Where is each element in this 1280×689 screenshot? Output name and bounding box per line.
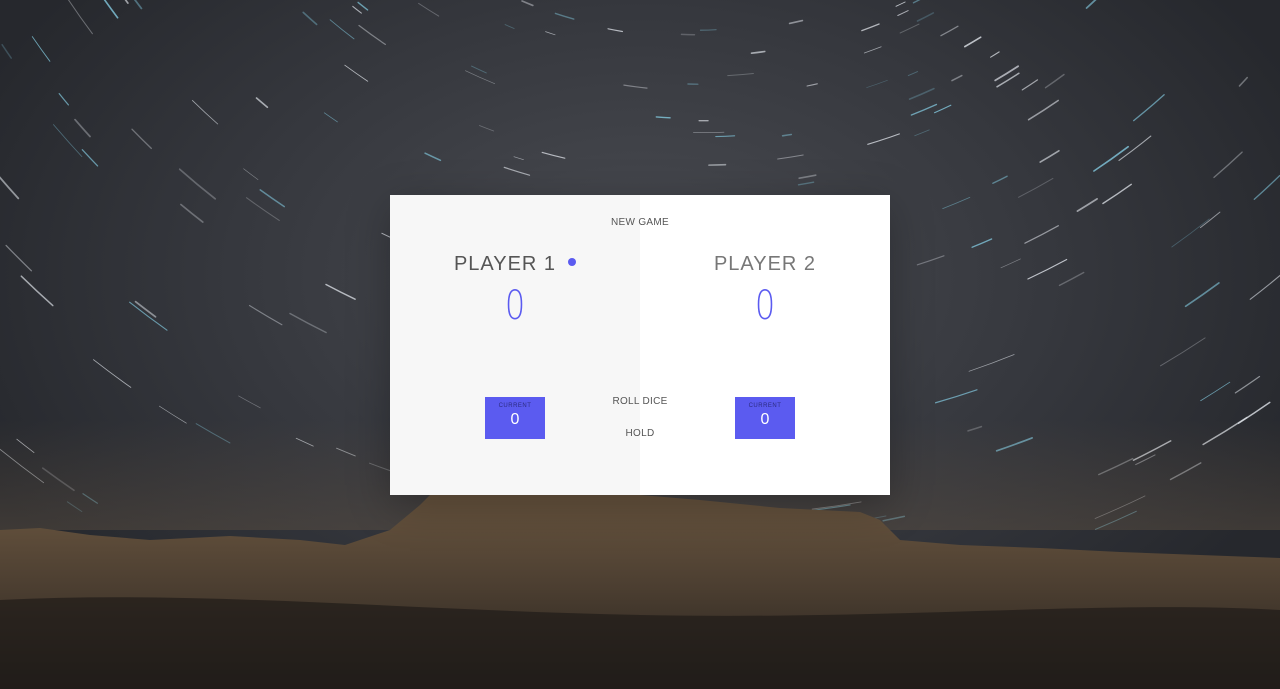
player-1-name: PLAYER 1 <box>390 253 640 276</box>
active-dot-icon <box>568 257 577 266</box>
player-2-name: PLAYER 2 <box>713 253 817 275</box>
hold-button[interactable]: HOLD <box>590 428 690 439</box>
player-1-current-box: CURRENT 0 <box>485 397 545 439</box>
roll-dice-button[interactable]: ROLL DICE <box>590 396 690 407</box>
player-1-panel: PLAYER 1 0 CURRENT 0 <box>390 195 640 495</box>
player-1-current-label: CURRENT <box>498 403 532 409</box>
player-2-current-label: CURRENT <box>748 403 782 409</box>
player-2-current-score: 0 <box>760 411 770 428</box>
player-2-current-box: CURRENT 0 <box>735 397 795 439</box>
game-board: PLAYER 1 0 CURRENT 0 PLAYER 2 0 CURRENT … <box>390 195 890 495</box>
player-1-current-score: 0 <box>510 411 520 428</box>
player-2-panel: PLAYER 2 0 CURRENT 0 <box>640 195 890 495</box>
player-2-score: 0 <box>754 283 776 329</box>
new-game-button[interactable]: NEW GAME <box>590 217 690 228</box>
player-1-score: 0 <box>504 283 526 329</box>
